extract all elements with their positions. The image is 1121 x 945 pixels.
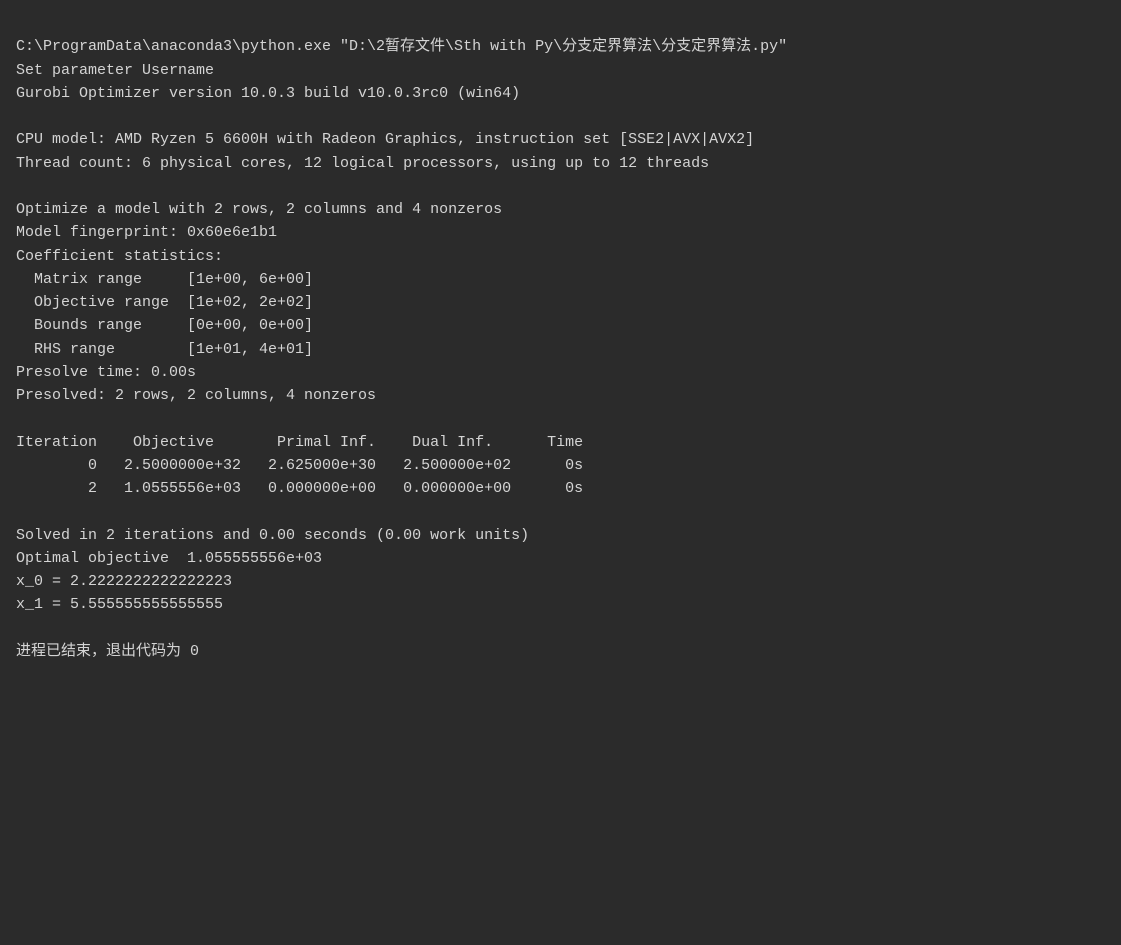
exit: 进程已结束，退出代码为 0	[16, 640, 1105, 663]
obj-range: Objective range [1e+02, 2e+02]	[16, 291, 1105, 314]
coeff-stats: Coefficient statistics:	[16, 245, 1105, 268]
row0: 0 2.5000000e+32 2.625000e+30 2.500000e+0…	[16, 454, 1105, 477]
row2: 2 1.0555556e+03 0.000000e+00 0.000000e+0…	[16, 477, 1105, 500]
rhs-range: RHS range [1e+01, 4e+01]	[16, 338, 1105, 361]
cpu-model: CPU model: AMD Ryzen 5 6600H with Radeon…	[16, 128, 1105, 151]
presolved: Presolved: 2 rows, 2 columns, 4 nonzeros	[16, 384, 1105, 407]
set-param: Set parameter Username	[16, 59, 1105, 82]
optimal-obj: Optimal objective 1.055555556e+03	[16, 547, 1105, 570]
cmd-line: C:\ProgramData\anaconda3\python.exe "D:\…	[16, 35, 1105, 58]
solved: Solved in 2 iterations and 0.00 seconds …	[16, 524, 1105, 547]
table-header: Iteration Objective Primal Inf. Dual Inf…	[16, 431, 1105, 454]
terminal-output: C:\ProgramData\anaconda3\python.exe "D:\…	[16, 12, 1105, 663]
gurobi-ver: Gurobi Optimizer version 10.0.3 build v1…	[16, 82, 1105, 105]
x0: x_0 = 2.2222222222222223	[16, 570, 1105, 593]
matrix-range: Matrix range [1e+00, 6e+00]	[16, 268, 1105, 291]
empty-line	[16, 500, 1105, 523]
thread-count: Thread count: 6 physical cores, 12 logic…	[16, 152, 1105, 175]
fingerprint: Model fingerprint: 0x60e6e1b1	[16, 221, 1105, 244]
empty-line	[16, 105, 1105, 128]
optimize: Optimize a model with 2 rows, 2 columns …	[16, 198, 1105, 221]
empty-line	[16, 175, 1105, 198]
presolve-time: Presolve time: 0.00s	[16, 361, 1105, 384]
x1: x_1 = 5.555555555555555	[16, 593, 1105, 616]
empty-line	[16, 407, 1105, 430]
empty-line	[16, 617, 1105, 640]
bounds-range: Bounds range [0e+00, 0e+00]	[16, 314, 1105, 337]
